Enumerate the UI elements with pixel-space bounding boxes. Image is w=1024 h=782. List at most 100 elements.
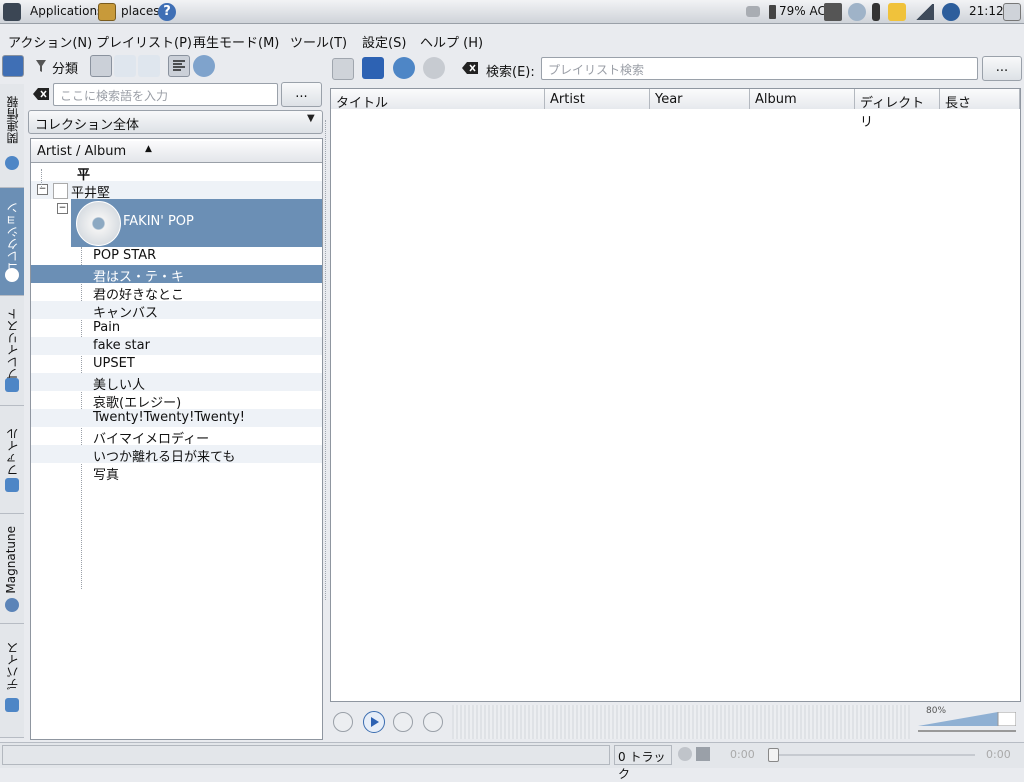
undo-icon[interactable] bbox=[393, 57, 415, 79]
tree-view-icon[interactable] bbox=[90, 55, 112, 77]
column-directory[interactable]: ディレクトリ bbox=[855, 89, 940, 130]
album-collapse-icon[interactable]: − bbox=[57, 203, 68, 214]
plugins-icon[interactable] bbox=[2, 55, 24, 77]
shuffle-icon[interactable] bbox=[696, 747, 710, 761]
applications-menu[interactable]: Applications bbox=[30, 4, 103, 18]
status-message bbox=[2, 745, 610, 765]
column-album[interactable]: Album bbox=[750, 89, 855, 109]
collection-tree[interactable]: Artist / Album ▲ 平 − 平井堅 − FAKIN' POP PO… bbox=[30, 138, 323, 740]
tab-files[interactable]: ファイル bbox=[0, 406, 24, 514]
ipod-view-icon[interactable] bbox=[138, 55, 160, 77]
time-remaining: 0:00 bbox=[986, 748, 1011, 761]
eject-icon[interactable] bbox=[746, 6, 760, 17]
play-icon[interactable] bbox=[363, 711, 385, 733]
filter-icon[interactable] bbox=[34, 58, 48, 74]
redo-icon[interactable] bbox=[423, 57, 445, 79]
track-row[interactable]: 美しい人 bbox=[31, 373, 322, 393]
clear-collection-search-icon[interactable] bbox=[33, 88, 49, 100]
stop-icon[interactable] bbox=[393, 712, 413, 732]
tab-related-label: 関連情報 bbox=[6, 96, 20, 144]
flat-view-icon[interactable] bbox=[114, 55, 136, 77]
collapse-icon[interactable]: − bbox=[37, 184, 48, 195]
analyzer bbox=[452, 705, 910, 739]
tab-magnatune[interactable]: Magnatune bbox=[0, 514, 24, 624]
album-title: FAKIN' POP bbox=[123, 214, 194, 229]
panel-splitter[interactable] bbox=[325, 120, 328, 600]
menu-playlist[interactable]: プレイリスト(P) bbox=[96, 32, 192, 51]
track-row[interactable]: fake star bbox=[31, 337, 322, 355]
repeat-icon[interactable] bbox=[678, 747, 692, 761]
update-icon[interactable] bbox=[942, 3, 960, 21]
tree-column-header-label: Artist / Album bbox=[37, 144, 127, 159]
track-row[interactable]: 君はス・テ・キ bbox=[31, 265, 322, 285]
tab-collection-label: コレクション bbox=[6, 202, 20, 274]
menubar: アクション(N) プレイリスト(P) 再生モード(M) ツール(T) 設定(S)… bbox=[0, 26, 1024, 52]
volume-track bbox=[918, 730, 1016, 732]
track-row[interactable]: Twenty!Twenty!Twenty! bbox=[31, 409, 322, 427]
track-row[interactable]: キャンバス bbox=[31, 301, 322, 321]
previous-icon[interactable] bbox=[333, 712, 353, 732]
info-icon bbox=[5, 156, 19, 170]
track-row[interactable]: UPSET bbox=[31, 355, 322, 373]
artist-row[interactable]: − 平井堅 bbox=[31, 181, 322, 201]
collection-filter-select[interactable]: コレクション全体 ▼ bbox=[28, 110, 323, 134]
device-icon bbox=[5, 698, 19, 712]
signal-icon bbox=[914, 4, 934, 20]
tab-related[interactable]: 関連情報 bbox=[0, 84, 24, 188]
camera-icon[interactable] bbox=[824, 3, 842, 21]
track-title: fake star bbox=[93, 338, 150, 353]
track-row[interactable]: いつか離れる日が来ても bbox=[31, 445, 322, 465]
tab-files-label: ファイル bbox=[6, 428, 20, 476]
tree-column-header[interactable]: Artist / Album ▲ bbox=[31, 141, 322, 163]
network-icon[interactable] bbox=[848, 3, 866, 21]
tab-collection[interactable]: コレクション bbox=[0, 188, 24, 296]
track-row[interactable]: 君の好きなとこ bbox=[31, 283, 322, 303]
text-align-icon[interactable] bbox=[168, 55, 190, 77]
tab-playlist[interactable]: プレイリスト bbox=[0, 296, 24, 406]
track-row[interactable]: POP STAR bbox=[31, 247, 322, 265]
tab-devices[interactable]: デバイス bbox=[0, 624, 24, 738]
crown-icon[interactable] bbox=[888, 3, 906, 21]
help-icon[interactable]: ? bbox=[158, 3, 176, 21]
playlist-icon bbox=[5, 378, 19, 392]
clear-search-icon[interactable] bbox=[462, 62, 478, 74]
position-handle[interactable] bbox=[768, 748, 779, 762]
position-slider[interactable] bbox=[770, 754, 975, 756]
track-row[interactable]: バイマイメロディー bbox=[31, 427, 322, 447]
menu-launcher-icon[interactable] bbox=[3, 3, 21, 21]
column-title[interactable]: タイトル bbox=[331, 89, 545, 111]
menu-settings[interactable]: 設定(S) bbox=[362, 32, 406, 51]
menu-help[interactable]: ヘルプ (H) bbox=[420, 32, 483, 51]
track-row[interactable]: 哀歌(エレジー) bbox=[31, 391, 322, 411]
next-icon[interactable] bbox=[423, 712, 443, 732]
playlist-search-input[interactable]: プレイリスト検索 bbox=[541, 57, 978, 80]
places-icon[interactable] bbox=[98, 3, 116, 21]
column-length[interactable]: 長さ bbox=[940, 89, 1020, 111]
track-row[interactable]: Pain bbox=[31, 319, 322, 337]
playlist-view[interactable]: タイトル Artist Year Album ディレクトリ 長さ bbox=[330, 88, 1021, 702]
track-title: UPSET bbox=[93, 356, 135, 371]
menu-tools[interactable]: ツール(T) bbox=[290, 32, 347, 51]
track-title: Pain bbox=[93, 320, 121, 335]
column-year[interactable]: Year bbox=[650, 89, 750, 109]
collection-icon bbox=[5, 268, 19, 282]
column-artist[interactable]: Artist bbox=[545, 89, 650, 109]
filter-label[interactable]: 分類 bbox=[52, 58, 78, 77]
track-row[interactable]: 写真 bbox=[31, 463, 322, 483]
menu-play-mode[interactable]: 再生モード(M) bbox=[193, 32, 279, 51]
keyboard-icon[interactable] bbox=[872, 3, 880, 21]
track-count: 0 トラック bbox=[614, 745, 672, 781]
collection-search-more-button[interactable]: ... bbox=[281, 82, 322, 107]
places-menu[interactable]: places bbox=[121, 4, 160, 18]
save-playlist-icon[interactable] bbox=[362, 57, 384, 79]
clear-playlist-icon[interactable] bbox=[332, 58, 354, 80]
volume-slider[interactable] bbox=[918, 711, 1017, 727]
playlist-search-more-button[interactable]: ... bbox=[982, 56, 1022, 81]
track-title: 写真 bbox=[93, 468, 120, 483]
gears-icon[interactable] bbox=[193, 55, 215, 77]
collection-search-input[interactable]: ここに検索語を入力 bbox=[53, 83, 278, 106]
playlist-search-label: 検索(E): bbox=[486, 65, 535, 80]
album-row[interactable]: FAKIN' POP bbox=[71, 199, 322, 247]
logout-icon[interactable] bbox=[1003, 3, 1021, 21]
menu-action[interactable]: アクション(N) bbox=[8, 32, 92, 51]
